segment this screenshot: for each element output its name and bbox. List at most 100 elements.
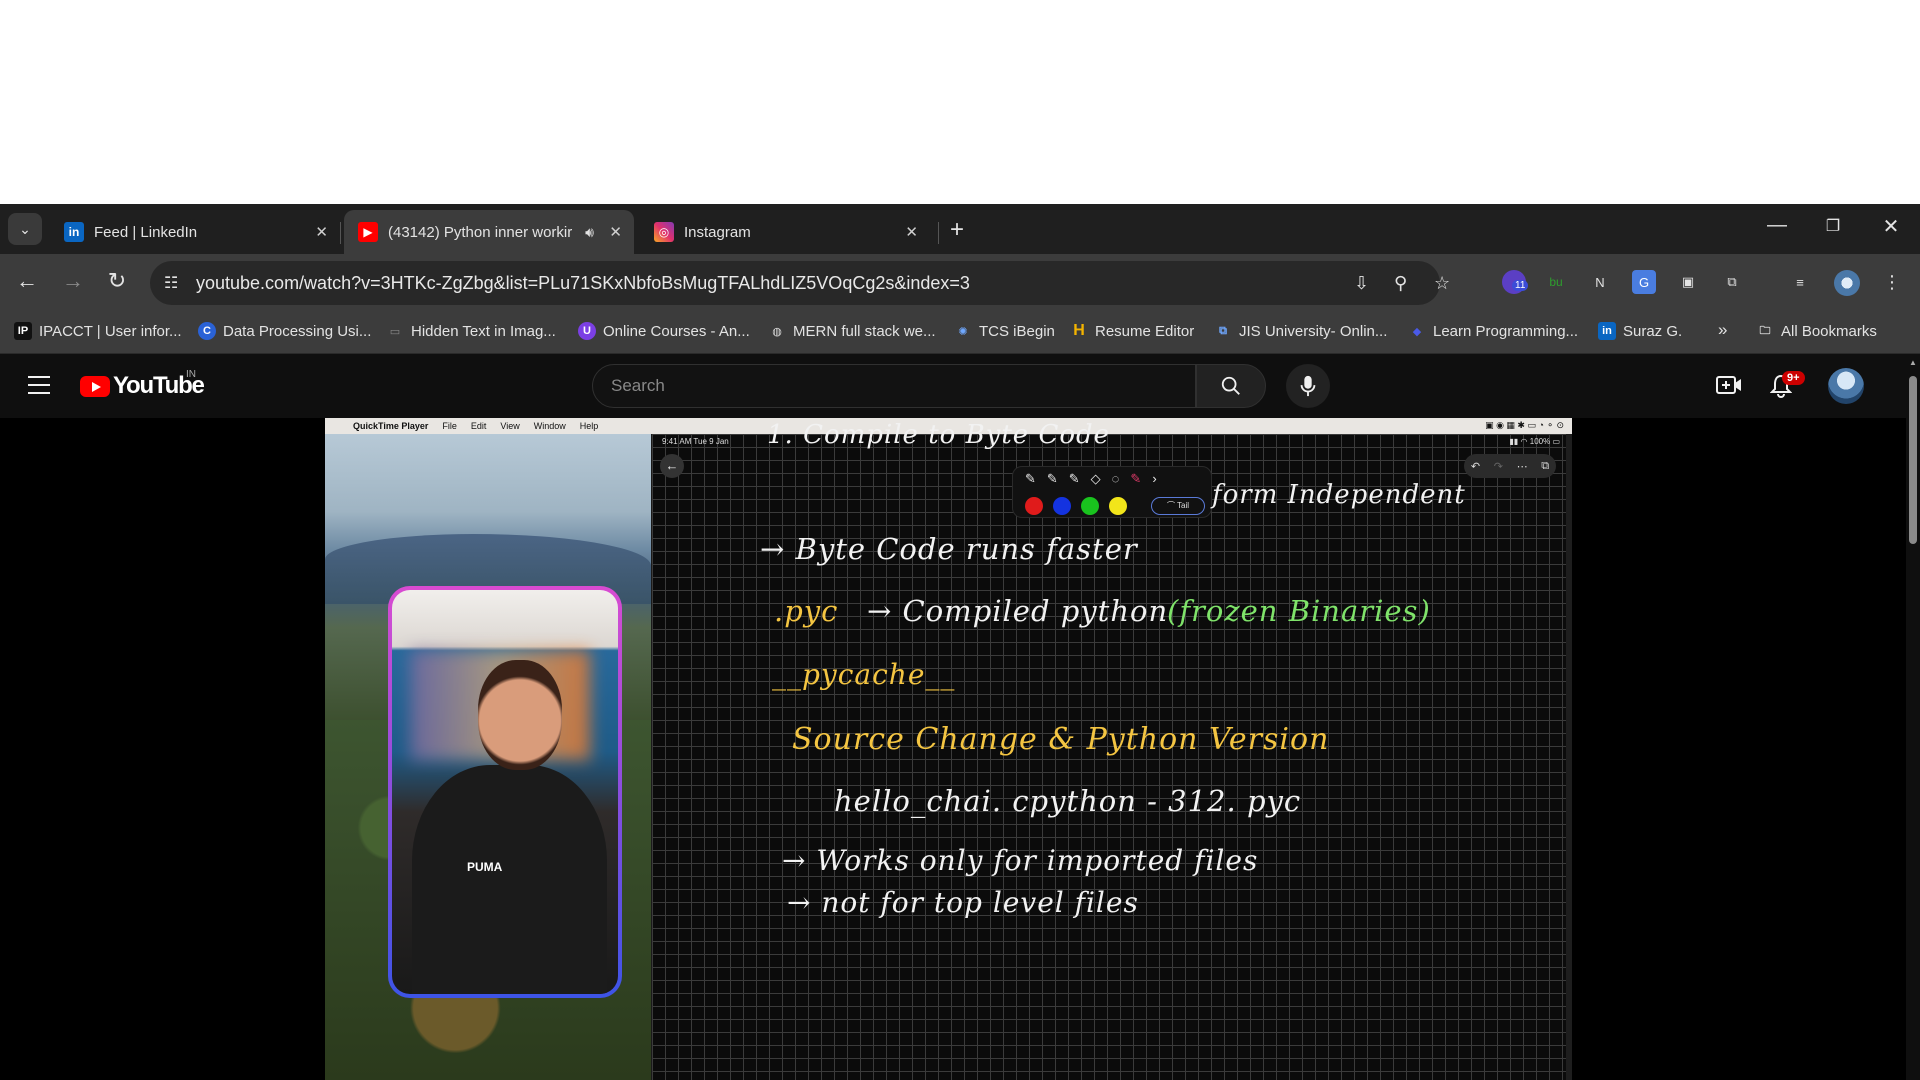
bookmark-star-icon[interactable]: ☆: [1434, 273, 1450, 294]
board-actions: ↶ ↷ ⋯ ⧉: [1464, 454, 1556, 478]
bookmark-item[interactable]: ✺ TCS iBegin: [954, 322, 1055, 340]
courses-icon: U: [578, 322, 596, 340]
color-red-swatch: [1025, 497, 1043, 515]
learn-icon: ◆: [1412, 325, 1422, 338]
bookmark-item[interactable]: U Online Courses - An...: [578, 322, 750, 340]
bookmarks-bar: IP IPACCT | User infor... C Data Processin…: [0, 312, 1920, 354]
bookmark-label: MERN full stack we...: [793, 322, 936, 340]
color-blue-swatch: [1053, 497, 1071, 515]
picture-in-picture-icon[interactable]: ▣: [1676, 270, 1700, 294]
bookmark-item[interactable]: ◆ Learn Programming...: [1408, 322, 1578, 340]
scrollbar-thumb[interactable]: [1909, 376, 1917, 544]
ipad-battery: ▮▮ ◠ 100% ▭: [1509, 437, 1560, 446]
ipad-time: 9:41 AM Tue 9 Jan: [662, 437, 729, 446]
ipacct-icon: IP: [14, 322, 32, 340]
bookmark-label: Hidden Text in Imag...: [411, 322, 556, 340]
extension-badge: 11: [1512, 280, 1529, 291]
bookmark-item[interactable]: C Data Processing Usi...: [198, 322, 371, 340]
youtube-header: YouTube IN 9+: [0, 354, 1920, 418]
more-bookmarks-button[interactable]: »: [1718, 320, 1727, 340]
media-controls-icon[interactable]: ≡: [1788, 270, 1812, 294]
create-video-button[interactable]: [1716, 374, 1742, 401]
webcam-feed: PUMA: [392, 590, 618, 994]
linkedin-icon: in: [1598, 322, 1616, 340]
extensions-puzzle-icon[interactable]: ⧉: [1720, 270, 1744, 294]
extension-label: bu: [1549, 275, 1563, 289]
zoom-icon[interactable]: ⚲: [1394, 273, 1407, 294]
mac-status-icons: ▣ ◉ ▦ ✱ ▭ ◔ ⚬ ⊙: [1485, 420, 1564, 430]
new-tab-button[interactable]: +: [950, 216, 964, 244]
bookmark-item[interactable]: H Resume Editor: [1070, 322, 1194, 340]
tab-youtube[interactable]: ▶ (43142) Python inner workir 🔊︎ ✕: [344, 210, 634, 254]
note-line: (frozen Binaries): [1167, 594, 1431, 628]
tab-title: Feed | LinkedIn: [94, 223, 198, 241]
menu-item: Edit: [470, 421, 487, 431]
profile-avatar-icon[interactable]: [1834, 270, 1860, 296]
note-line: form Independent: [1212, 480, 1466, 510]
minimize-button[interactable]: —: [1754, 214, 1800, 237]
bookmark-label: JIS University- Onlin...: [1239, 322, 1388, 340]
bookmark-item[interactable]: ◍ MERN full stack we...: [768, 322, 936, 340]
all-bookmarks-button[interactable]: 🗀︎ All Bookmarks: [1756, 322, 1877, 340]
window-close-button[interactable]: ✕: [1868, 214, 1914, 239]
pen-palette: ✎✎✎◇◌✎› ⌒ Tail: [1012, 466, 1212, 518]
webcam-frame: PUMA: [388, 586, 622, 998]
youtube-play-icon: [80, 375, 110, 397]
create-video-icon: [1716, 376, 1741, 394]
menu-item: Help: [579, 421, 599, 431]
close-icon[interactable]: ✕: [315, 223, 328, 241]
voice-search-button[interactable]: [1286, 364, 1330, 408]
bookmark-item[interactable]: IP IPACCT | User infor...: [14, 322, 182, 340]
tab-divider: [340, 222, 341, 244]
tab-instagram[interactable]: ◎ Instagram ✕: [640, 210, 930, 254]
reload-button[interactable]: ↻: [102, 268, 132, 294]
tab-search-button[interactable]: ⌄: [8, 213, 42, 245]
youtube-logo[interactable]: YouTube IN: [80, 369, 205, 400]
back-button[interactable]: ←: [12, 268, 42, 294]
menu-dots-icon[interactable]: ⋮: [1880, 270, 1904, 294]
back-arrow-icon: ←: [660, 454, 684, 478]
translate-icon[interactable]: G: [1632, 270, 1656, 294]
bookmark-label: TCS iBegin: [979, 322, 1055, 340]
note-line: .pyc: [774, 594, 839, 628]
region-code: IN: [186, 369, 196, 380]
extension-ni-icon[interactable]: N: [1588, 270, 1612, 294]
bookmark-item[interactable]: ▭ Hidden Text in Imag...: [386, 322, 556, 340]
scroll-up-icon[interactable]: ▲: [1909, 358, 1917, 367]
account-avatar[interactable]: [1828, 368, 1864, 404]
install-app-icon[interactable]: ⇩: [1354, 273, 1369, 294]
speaker-icon[interactable]: 🔊︎: [585, 224, 594, 241]
undo-icon: ↶: [1470, 460, 1481, 473]
site-info-icon[interactable]: ☷: [164, 273, 178, 293]
notes-board: 9:41 AM Tue 9 Jan ▮▮ ◠ 100% ▭ ← ↶ ↷ ⋯ ⧉ ✎✎✎…: [652, 420, 1572, 1080]
forward-button[interactable]: →: [58, 268, 88, 294]
blank-top-area: [0, 0, 1920, 204]
url-text[interactable]: youtube.com/watch?v=3HTKc-ZgZbg&list=PLu…: [196, 273, 970, 294]
note-line: → Byte Code runs faster: [760, 532, 1138, 566]
close-icon[interactable]: ✕: [905, 223, 918, 241]
jacket-logo: PUMA: [467, 860, 503, 874]
page-scrollbar[interactable]: ▲: [1906, 354, 1920, 1080]
note-line: → Compiled python: [867, 594, 1169, 628]
close-icon[interactable]: ✕: [609, 223, 622, 241]
note-line: __pycache__: [772, 658, 956, 691]
menu-item: View: [500, 421, 520, 431]
notification-badge: 9+: [1782, 371, 1805, 385]
tab-linkedin[interactable]: in Feed | LinkedIn ✕: [50, 210, 340, 254]
search-input[interactable]: [611, 365, 1171, 407]
redo-icon: ↷: [1493, 460, 1503, 473]
tab-divider: [938, 222, 939, 244]
bookmark-item[interactable]: in Suraz G.: [1598, 322, 1682, 340]
chevron-double-right-icon: »: [1718, 320, 1728, 339]
bookmark-item[interactable]: ⧉ JIS University- Onlin...: [1214, 322, 1387, 340]
menu-icon[interactable]: [28, 376, 50, 400]
address-bar[interactable]: ☷ youtube.com/watch?v=3HTKc-ZgZbg&list=P…: [150, 261, 1450, 305]
extension-icon[interactable]: 11: [1502, 270, 1529, 294]
restore-button[interactable]: ❐: [1810, 216, 1856, 236]
pen-style: ⌒ Tail: [1151, 497, 1205, 515]
search-button[interactable]: [1196, 364, 1266, 408]
instagram-icon: ◎: [654, 222, 674, 242]
pages-icon: ⧉: [1541, 459, 1550, 472]
video-player[interactable]: QuickTime Player File Edit View Window H…: [325, 418, 1572, 1080]
extension-bu-icon[interactable]: bu: [1544, 270, 1568, 294]
